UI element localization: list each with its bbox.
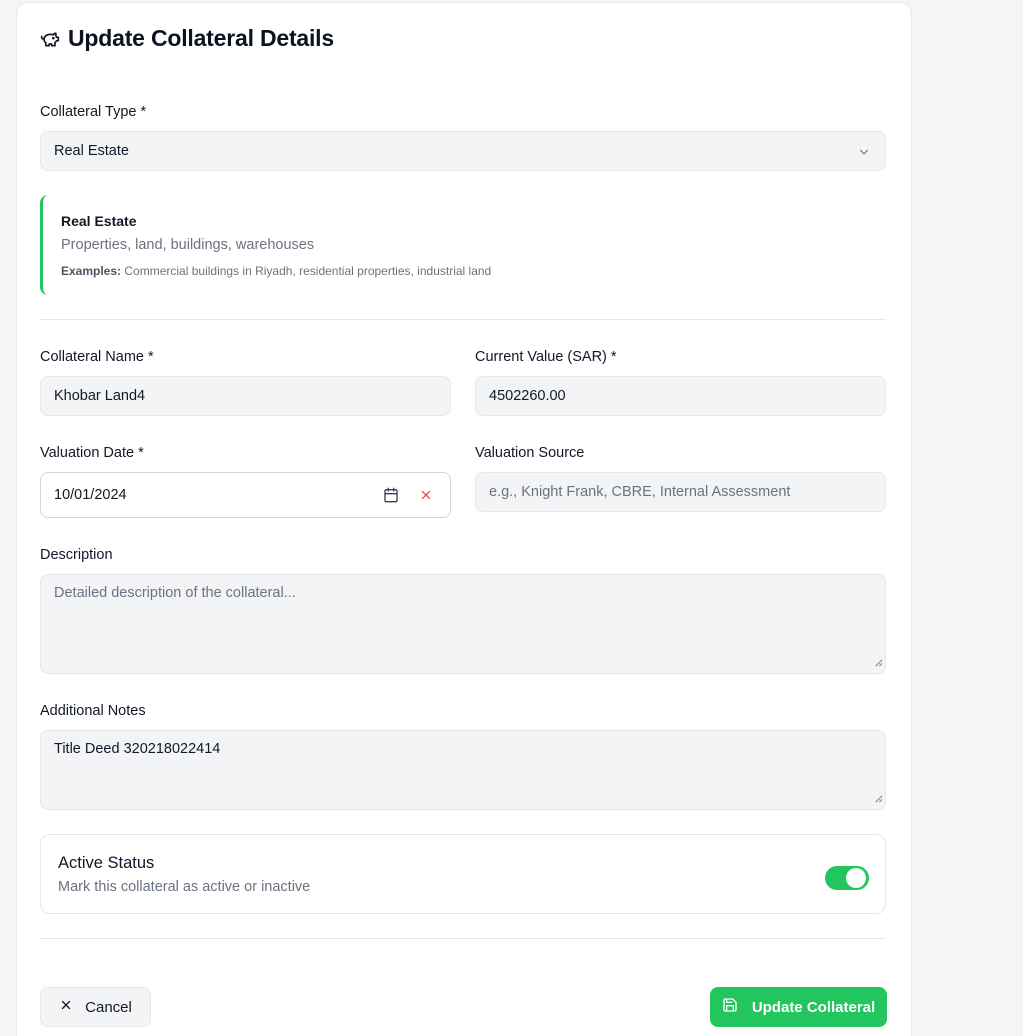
- valuation-date-input[interactable]: 10/01/2024: [40, 472, 451, 518]
- info-description: Properties, land, buildings, warehouses: [61, 237, 315, 253]
- valuation-date-label: Valuation Date *: [40, 445, 144, 461]
- collateral-name-value: Khobar Land4: [54, 388, 146, 404]
- footer-divider: [40, 938, 886, 939]
- description-label: Description: [40, 547, 113, 563]
- current-value-label: Current Value (SAR) *: [475, 349, 617, 365]
- notes-label: Additional Notes: [40, 703, 146, 719]
- toggle-knob: [846, 868, 866, 888]
- collateral-name-label: Collateral Name *: [40, 349, 154, 365]
- status-description: Mark this collateral as active or inacti…: [58, 879, 311, 895]
- info-title: Real Estate: [61, 213, 137, 229]
- section-divider: [40, 319, 886, 320]
- notes-value: Title Deed 320218022414: [54, 741, 221, 757]
- examples-label: Examples:: [61, 264, 122, 278]
- collateral-type-select[interactable]: Real Estate: [40, 131, 886, 171]
- cancel-label: Cancel: [85, 998, 132, 1016]
- collateral-name-input[interactable]: Khobar Land4: [40, 376, 451, 416]
- resize-grip-icon[interactable]: [874, 655, 883, 671]
- save-icon: [722, 997, 738, 1017]
- valuation-date-value: 10/01/2024: [54, 487, 127, 503]
- notes-textarea[interactable]: Title Deed 320218022414: [40, 730, 886, 810]
- active-status-card: Active Status Mark this collateral as ac…: [40, 834, 886, 914]
- valuation-source-label: Valuation Source: [475, 445, 585, 461]
- active-status-toggle[interactable]: [825, 866, 869, 890]
- current-value-input[interactable]: 4502260.00: [475, 376, 886, 416]
- piggy-bank-icon: [40, 29, 60, 49]
- collateral-type-value: Real Estate: [54, 143, 129, 159]
- status-title: Active Status: [58, 854, 155, 872]
- update-collateral-button[interactable]: Update Collateral: [710, 987, 887, 1027]
- examples-text: Commercial buildings in Riyadh, resident…: [124, 264, 492, 278]
- page-header: Update Collateral Details: [40, 25, 334, 52]
- cancel-button[interactable]: Cancel: [40, 987, 151, 1027]
- current-value-value: 4502260.00: [489, 388, 566, 404]
- close-icon: [59, 998, 73, 1016]
- update-label: Update Collateral: [751, 998, 876, 1016]
- collateral-type-info: Real Estate Properties, land, buildings,…: [40, 195, 886, 295]
- clear-date-icon[interactable]: [419, 488, 433, 506]
- calendar-icon[interactable]: [383, 487, 399, 507]
- page-title: Update Collateral Details: [68, 25, 334, 51]
- chevron-down-icon: [857, 145, 871, 163]
- collateral-type-label: Collateral Type *: [40, 104, 147, 120]
- info-examples: Examples: Commercial buildings in Riyadh…: [61, 264, 491, 278]
- resize-grip-icon[interactable]: [874, 791, 883, 807]
- description-placeholder: Detailed description of the collateral..…: [54, 585, 296, 601]
- description-textarea[interactable]: Detailed description of the collateral..…: [40, 574, 886, 674]
- valuation-source-input[interactable]: e.g., Knight Frank, CBRE, Internal Asses…: [475, 472, 886, 512]
- valuation-source-placeholder: e.g., Knight Frank, CBRE, Internal Asses…: [489, 484, 791, 500]
